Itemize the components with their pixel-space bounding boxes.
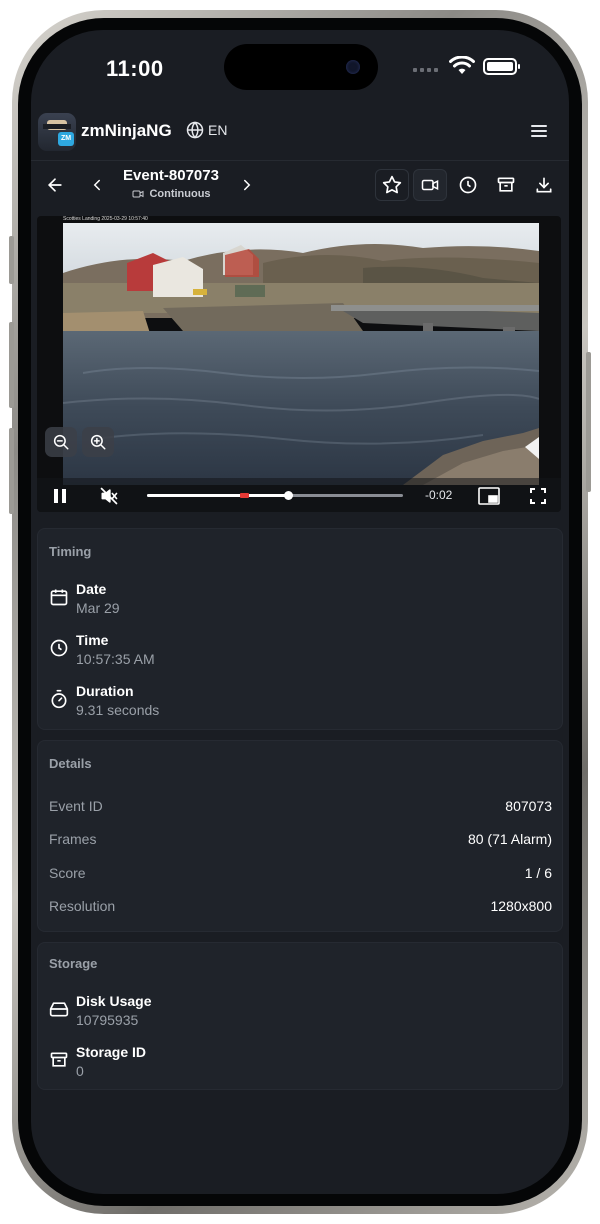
cellular-signal-icon (413, 68, 438, 72)
pause-icon (54, 489, 66, 503)
date-label: Date (76, 581, 107, 597)
details-card: Details Event ID 807073 Frames 80 (71 Al… (37, 740, 563, 932)
video-player[interactable]: Scotties Landing 2025-03-29 10:57:40 -0:… (37, 216, 561, 512)
action-button (9, 236, 14, 284)
disk-usage-row: Disk Usage 10795935 (49, 993, 549, 1033)
seek-bar-thumb[interactable] (283, 491, 293, 500)
disk-usage-value: 10795935 (76, 1012, 139, 1028)
fullscreen-icon (530, 488, 546, 504)
battery-icon (483, 58, 520, 75)
status-time: 11:00 (106, 56, 164, 81)
seek-bar[interactable] (147, 491, 403, 500)
frames-label: Frames (49, 831, 97, 847)
frames-value: 80 (71 Alarm) (467, 831, 552, 847)
storage-id-value: 0 (76, 1063, 84, 1079)
globe-icon (186, 121, 204, 139)
storage-id-row: Storage ID 0 (49, 1044, 549, 1084)
wifi-icon (449, 56, 475, 74)
details-title: Details (49, 756, 92, 771)
archive-button[interactable] (489, 169, 523, 201)
storage-title: Storage (49, 956, 98, 971)
date-value: Mar 29 (76, 600, 120, 616)
video-icon (421, 179, 439, 191)
video-camera-icon (132, 190, 144, 198)
duration-row: Duration 9.31 seconds (49, 683, 549, 723)
archive-icon (50, 1052, 68, 1067)
language-label: EN (208, 122, 228, 138)
hamburger-menu-button[interactable] (531, 122, 551, 140)
star-icon (382, 175, 402, 194)
duration-label: Duration (76, 683, 134, 699)
volume-up-button (9, 322, 14, 408)
volume-down-button (9, 428, 14, 514)
zoom-out-icon (53, 434, 69, 450)
time-value: 10:57:35 AM (76, 651, 155, 667)
disk-usage-label: Disk Usage (76, 993, 152, 1009)
duration-value: 9.31 seconds (76, 702, 160, 718)
event-id-label: Event ID (49, 798, 103, 814)
app-header: ZM zmNinjaNG EN (31, 108, 569, 158)
resolution-row: Resolution 1280x800 (49, 898, 552, 918)
frames-row: Frames 80 (71 Alarm) (49, 831, 552, 851)
seek-bar-progress (147, 494, 288, 497)
video-frame (63, 223, 539, 485)
app-logo[interactable]: ZM (38, 113, 76, 151)
event-cause: Continuous (101, 188, 241, 200)
back-button[interactable] (43, 173, 67, 197)
resolution-value: 1280x800 (490, 898, 552, 914)
score-value: 1 / 6 (524, 865, 552, 881)
power-button (586, 352, 591, 492)
picture-in-picture-icon (478, 487, 500, 505)
score-row: Score 1 / 6 (49, 865, 552, 885)
picture-in-picture-button[interactable] (477, 485, 501, 507)
hard-drive-icon (49, 1002, 69, 1017)
zoom-out-button[interactable] (45, 427, 77, 457)
app-title: zmNinjaNG (81, 121, 172, 140)
mute-button[interactable] (97, 484, 121, 508)
volume-muted-icon (100, 487, 118, 505)
zoom-in-icon (90, 434, 106, 450)
time-row: Time 10:57:35 AM (49, 632, 549, 672)
fullscreen-button[interactable] (527, 485, 549, 507)
stopwatch-icon (51, 689, 67, 709)
time-remaining: -0:02 (425, 488, 453, 502)
event-title: Event-807073 (123, 167, 219, 184)
event-cause-label: Continuous (149, 188, 211, 200)
storage-card: Storage Disk Usage 10795935 Storage ID 0 (37, 942, 563, 1090)
view-monitor-button[interactable] (413, 169, 447, 201)
archive-icon (497, 177, 515, 192)
event-id-value: 807073 (505, 798, 552, 814)
language-selector[interactable]: EN (186, 121, 227, 139)
timing-title: Timing (49, 544, 92, 559)
event-toolbar: Event-807073 Continuous (31, 160, 569, 210)
download-icon (536, 177, 552, 193)
clock-icon (50, 639, 68, 657)
chevron-right-icon (244, 179, 251, 191)
event-id-row: Event ID 807073 (49, 798, 552, 818)
resolution-label: Resolution (49, 898, 116, 914)
screen: 11:00 ZM zmNinjaNG EN Event-807073 Conti… (31, 30, 569, 1194)
timeline-button[interactable] (451, 169, 485, 201)
timing-card: Timing Date Mar 29 Time 10:57:35 AM Dura… (37, 528, 563, 730)
arrow-left-icon (48, 178, 62, 192)
next-event-button[interactable] (235, 173, 259, 197)
favorite-button[interactable] (375, 169, 409, 201)
date-row: Date Mar 29 (49, 581, 549, 621)
video-controls: -0:02 (37, 478, 561, 512)
storage-id-label: Storage ID (76, 1044, 147, 1060)
download-button[interactable] (527, 169, 561, 201)
pause-button[interactable] (49, 485, 71, 507)
score-label: Score (49, 865, 86, 881)
video-osd-text: Scotties Landing 2025-03-29 10:57:40 (63, 216, 148, 222)
clock-icon (459, 176, 477, 194)
calendar-icon (50, 589, 68, 606)
zoom-in-button[interactable] (82, 427, 114, 457)
time-label: Time (76, 632, 109, 648)
dynamic-island (224, 44, 378, 90)
alarm-frame-marker (240, 493, 250, 498)
